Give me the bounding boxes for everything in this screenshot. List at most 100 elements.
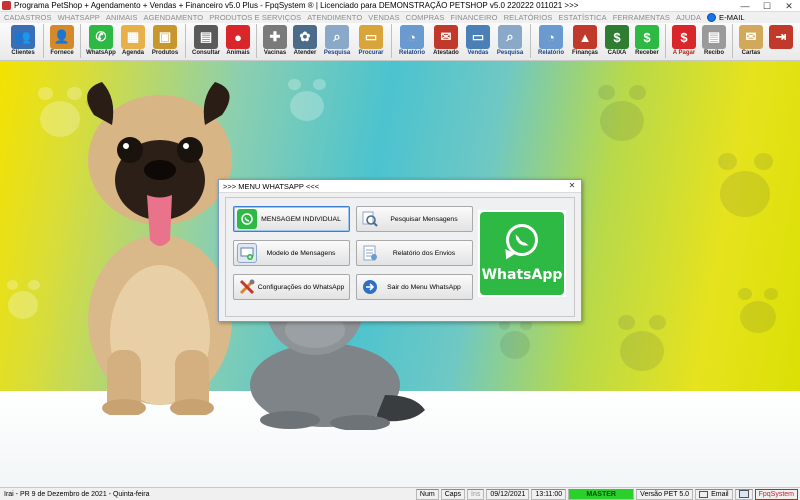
toolbar: 👥 Clientes 👤 Fornece ✆ WhatsApp ▦ Agenda ▣ Produt… (0, 23, 800, 61)
sent-report-button[interactable]: Relatório dos Envios (356, 240, 473, 266)
menu-relatorios[interactable]: RELATÓRIOS (504, 13, 553, 22)
individual-message-button[interactable]: MENSAGEM INDIVIDUAL (233, 206, 350, 232)
menu-cadastros[interactable]: CADASTROS (4, 13, 52, 22)
toolbar-button-label: Vendas (467, 50, 489, 56)
toolbar-button-relat-rio[interactable]: ◔ Relatório (534, 23, 568, 59)
whatsapp-logo: WhatsApp (478, 210, 566, 297)
letter-icon: ✉ (739, 25, 763, 49)
toolbar-button-procurar[interactable]: ▭ Procurar (354, 23, 388, 59)
close-button[interactable]: ✕ (778, 0, 800, 12)
menu-compras[interactable]: COMPRAS (406, 13, 445, 22)
menu-ajuda[interactable]: AJUDA (676, 13, 701, 22)
toolbar-button-exit[interactable]: ⇥ (766, 23, 796, 59)
status-ins: Ins (467, 488, 485, 500)
toolbar-button-vendas[interactable]: ▭ Vendas (463, 23, 493, 59)
toolbar-separator (80, 24, 81, 58)
menu-produtos-servicos[interactable]: PRODUTOS E SERVIÇOS (209, 13, 301, 22)
toolbar-separator (732, 24, 733, 58)
toolbar-button-atender[interactable]: ✿ Atender (290, 23, 320, 59)
report-chart-icon: ◔ (539, 25, 563, 49)
toolbar-button-fornece[interactable]: 👤 Fornece (47, 23, 77, 59)
suppliers-icon: 👤 (50, 25, 74, 49)
paw-print-icon (597, 85, 647, 141)
dollar-red-icon: $ (672, 25, 696, 49)
menu-atendimento[interactable]: ATENDIMENTO (307, 13, 362, 22)
maximize-button[interactable]: ☐ (756, 0, 778, 12)
dialog-title: >>> MENU WHATSAPP <<< (223, 181, 320, 191)
toolbar-button-produtos[interactable]: ▣ Produtos (148, 23, 182, 59)
toolbar-button-atestado[interactable]: ✉ Atestado (429, 23, 463, 59)
calendar-icon: ▦ (121, 25, 145, 49)
exit-whatsapp-menu-button[interactable]: Sair do Menu WhatsApp (356, 274, 473, 300)
toolbar-button-whatsapp[interactable]: ✆ WhatsApp (84, 23, 118, 59)
paw-print-icon (738, 288, 778, 333)
menu-agendamento[interactable]: AGENDAMENTO (143, 13, 203, 22)
whatsapp-icon (237, 209, 257, 229)
menu-ferramentas[interactable]: FERRAMENTAS (613, 13, 670, 22)
toolbar-button-label: Agenda (121, 50, 144, 56)
toolbar-button-label: Relatório (537, 50, 564, 56)
menu-email-label: E-MAIL (719, 13, 745, 22)
status-location-date: Irai - PR 9 de Dezembro de 2021 - Quinta… (4, 490, 150, 498)
toolbar-button-agenda[interactable]: ▦ Agenda (118, 23, 148, 59)
finance-chart-icon: ▲ (573, 25, 597, 49)
whatsapp-settings-label: Configurações do WhatsApp (257, 283, 345, 291)
window-title: Programa PetShop + Agendamento + Vendas … (14, 1, 579, 10)
dialog-close-button[interactable]: ✕ (563, 180, 581, 192)
toolbar-button-animais[interactable]: ● Animais (223, 23, 253, 59)
toolbar-button-vacinas[interactable]: ✚ Vacinas (260, 23, 290, 59)
individual-message-label: MENSAGEM INDIVIDUAL (261, 215, 341, 223)
toolbar-button-label: Atestado (433, 50, 459, 56)
status-panel-icon[interactable] (734, 488, 753, 500)
menu-animais[interactable]: ANIMAIS (106, 13, 138, 22)
status-date: 09/12/2021 (486, 488, 530, 500)
status-email[interactable]: Email (695, 488, 733, 500)
magnifier-doc-icon: ⌕ (498, 25, 522, 49)
sent-report-label: Relatório dos Envios (392, 249, 456, 257)
toolbar-button-label: CAIXA (607, 50, 627, 56)
toolbar-button-clientes[interactable]: 👥 Clientes (6, 23, 40, 59)
menu-estatistica[interactable]: ESTATÍSTICA (558, 13, 606, 22)
toolbar-separator (256, 24, 257, 58)
minimize-button[interactable]: — (734, 0, 756, 12)
toolbar-button-caixa[interactable]: $ CAIXA (602, 23, 632, 59)
exit-icon: ⇥ (769, 25, 793, 49)
window-title-bar: Programa PetShop + Agendamento + Vendas … (0, 0, 800, 12)
paw-print-icon (717, 152, 773, 217)
boxes-icon: ▣ (153, 25, 177, 49)
whatsapp-icon: ✆ (89, 25, 113, 49)
toolbar-button-pesquisa[interactable]: ⌕ Pesquisa (320, 23, 354, 59)
message-templates-button[interactable]: Modelo de Mensagens (233, 240, 350, 266)
paw-print-icon (617, 315, 667, 371)
toolbar-button-receber[interactable]: $ Receber (632, 23, 662, 59)
report-icon: ◔ (400, 25, 424, 49)
toolbar-button-recibo[interactable]: ▤ Recibo (699, 23, 729, 59)
toolbar-button-label: Procurar (358, 50, 384, 56)
message-template-icon (237, 243, 257, 263)
toolbar-button-cartas[interactable]: ✉ Cartas (736, 23, 766, 59)
status-num: Num (415, 488, 439, 500)
toolbar-button-label: Animais (226, 50, 250, 56)
clients-icon: 👥 (11, 25, 35, 49)
receipt-icon: ▤ (702, 25, 726, 49)
search-messages-button[interactable]: Pesquisar Mensagens (356, 206, 473, 232)
toolbar-button-a-pagar[interactable]: $ A Pagar (669, 23, 699, 59)
toolbar-button-finan-as[interactable]: ▲ Finanças (568, 23, 602, 59)
status-user: MASTER (568, 488, 635, 500)
menu-whatsapp[interactable]: WHATSAPP (58, 13, 100, 22)
toolbar-separator (391, 24, 392, 58)
menu-vendas[interactable]: VENDAS (368, 13, 399, 22)
paw-print-icon (6, 279, 40, 319)
pet-care-icon: ✿ (293, 25, 317, 49)
toolbar-separator (185, 24, 186, 58)
toolbar-button-label: Consultar (191, 50, 220, 56)
toolbar-button-label: Produtos (151, 50, 179, 56)
toolbar-button-relat-rio[interactable]: ◔ Relatório (395, 23, 429, 59)
paw-print-icon (498, 319, 532, 359)
menu-financeiro[interactable]: FINANCEIRO (450, 13, 497, 22)
monitor-icon (738, 490, 749, 498)
toolbar-button-consultar[interactable]: ▤ Consultar (189, 23, 223, 59)
toolbar-button-pesquisa[interactable]: ⌕ Pesquisa (493, 23, 527, 59)
whatsapp-settings-button[interactable]: Configurações do WhatsApp (233, 274, 350, 300)
menu-email[interactable]: E-MAIL (707, 13, 745, 22)
